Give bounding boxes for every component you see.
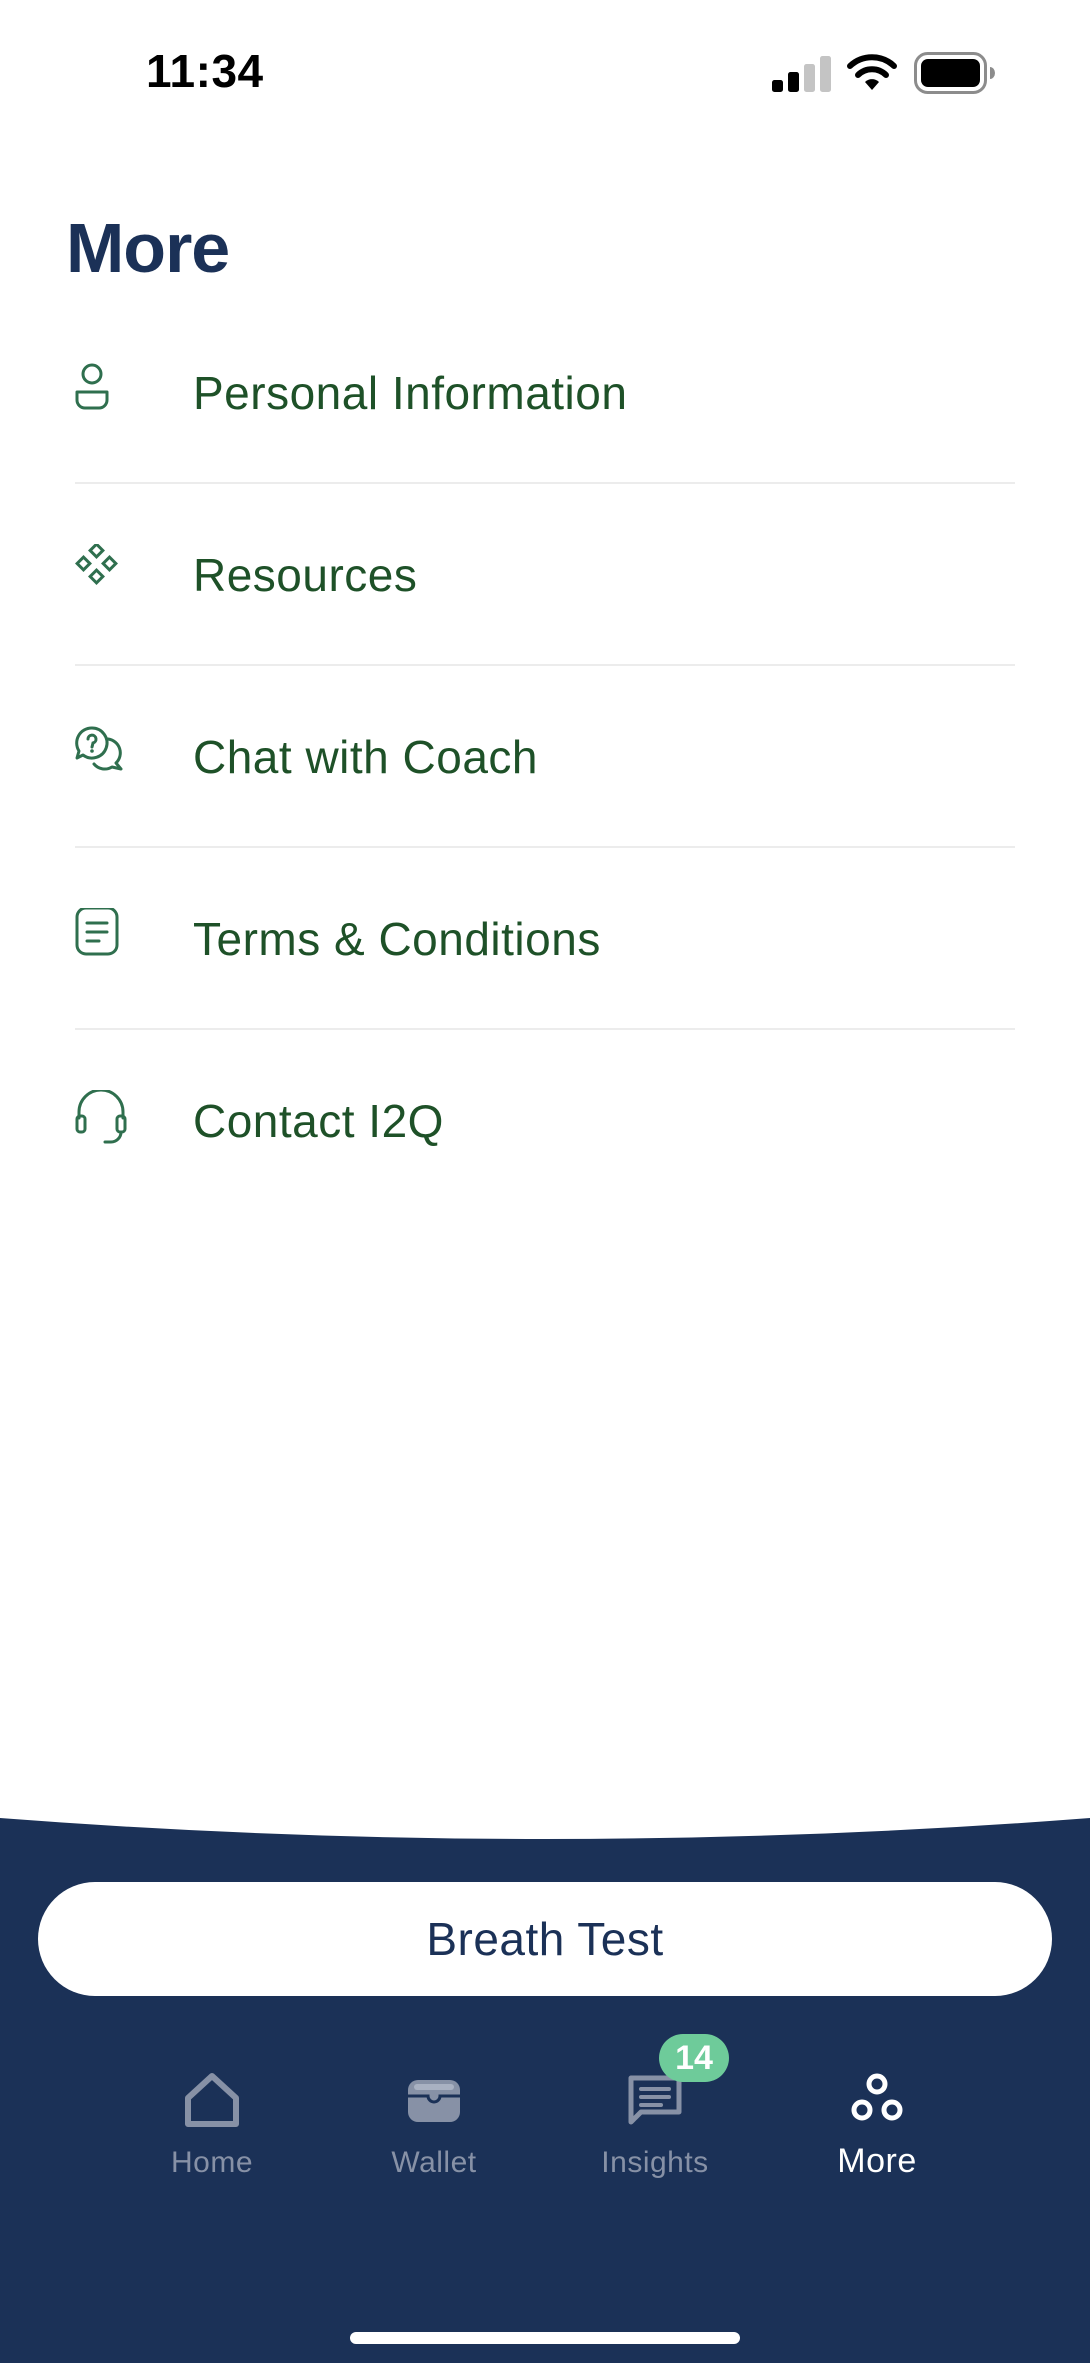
tab-label: Home <box>170 2146 254 2179</box>
status-time: 11:34 <box>146 45 264 97</box>
menu-item-label: Terms & Conditions <box>193 913 601 965</box>
breath-test-button[interactable]: Breath Test <box>38 1882 1052 1996</box>
wifi-icon <box>847 54 897 90</box>
menu-item-label: Resources <box>193 549 418 601</box>
tab-home[interactable]: Home <box>112 2070 312 2210</box>
home-indicator <box>350 2332 740 2344</box>
chat-question-icon <box>75 726 123 771</box>
person-icon <box>75 363 109 410</box>
battery-icon <box>914 52 995 94</box>
signal-icon <box>772 56 831 92</box>
bottom-panel: Breath Test Home Wallet 14 Insights More <box>0 1800 1090 2363</box>
document-icon <box>75 908 119 956</box>
more-icon <box>851 2073 903 2121</box>
wallet-icon <box>408 2080 460 2122</box>
menu-item-personal-information[interactable]: Personal Information <box>75 302 1015 484</box>
notification-badge: 14 <box>659 2034 729 2082</box>
tab-bar: Home Wallet 14 Insights More <box>0 2034 1090 2210</box>
menu-list: Personal Information Resources Chat with… <box>75 302 1015 1212</box>
tab-label: More <box>837 2142 917 2180</box>
menu-item-resources[interactable]: Resources <box>75 484 1015 666</box>
tab-more[interactable]: More <box>777 2070 977 2210</box>
menu-item-chat-with-coach[interactable]: Chat with Coach <box>75 666 1015 848</box>
tab-insights[interactable]: 14 Insights <box>555 2034 755 2210</box>
menu-item-label: Personal Information <box>193 367 628 419</box>
menu-item-contact-i2q[interactable]: Contact I2Q <box>75 1030 1015 1212</box>
menu-item-label: Chat with Coach <box>193 731 538 783</box>
page-title: More <box>66 209 230 287</box>
tab-label: Wallet <box>391 2146 477 2179</box>
tab-wallet[interactable]: Wallet <box>334 2070 534 2210</box>
status-bar: 11:34 <box>0 0 1090 140</box>
home-icon <box>185 2073 239 2127</box>
menu-item-terms-conditions[interactable]: Terms & Conditions <box>75 848 1015 1030</box>
tab-label: Insights <box>601 2146 709 2179</box>
resources-icon <box>75 544 118 585</box>
headset-icon <box>75 1090 127 1144</box>
menu-item-label: Contact I2Q <box>193 1095 444 1147</box>
